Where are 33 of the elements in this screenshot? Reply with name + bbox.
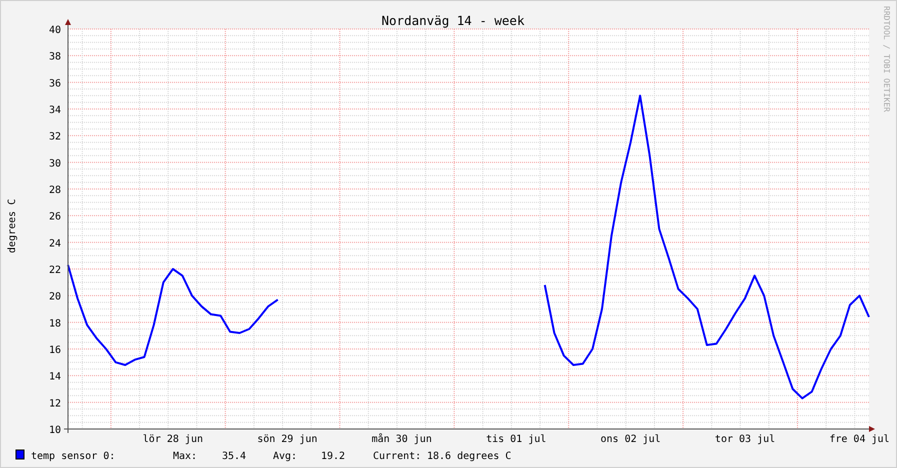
y-tick-label: 10 — [48, 425, 61, 436]
y-tick-label: 16 — [48, 345, 61, 356]
y-tick-label: 32 — [48, 132, 61, 143]
avg-label: Avg: — [273, 451, 298, 462]
x-tick-label: sön 29 jun — [257, 434, 318, 445]
x-tick-label: tis 01 jul — [486, 434, 546, 445]
x-tick-label: mån 30 jun — [372, 434, 432, 445]
chart-title: Nordanväg 14 - week — [382, 13, 524, 28]
avg-value: 19.2 — [321, 451, 346, 462]
current-value: 18.6 degrees C — [427, 451, 512, 462]
y-axis-label: degrees C — [7, 198, 18, 254]
y-tick-label: 18 — [48, 318, 61, 330]
x-tick-label: tor 03 jul — [714, 434, 776, 445]
y-tick-label: 20 — [48, 292, 61, 303]
y-tick-label: 14 — [48, 372, 61, 383]
x-tick-label: ons 02 jul — [600, 434, 661, 445]
max-value: 35.4 — [222, 451, 246, 462]
current-label: Current: — [373, 451, 422, 462]
max-label: Max: — [173, 451, 198, 462]
y-tick-label: 24 — [48, 238, 61, 250]
y-tick-label: 38 — [48, 52, 61, 63]
x-tick-label: lör 28 jun — [142, 434, 203, 445]
y-tick-label: 22 — [48, 265, 61, 276]
y-tick-label: 36 — [48, 78, 61, 90]
legend-label: temp sensor 0: — [31, 451, 116, 462]
credit-text: RRDTOOL / TOBI OETIKER — [882, 6, 891, 112]
y-tick-label: 34 — [48, 105, 61, 116]
y-tick-label: 12 — [48, 398, 61, 410]
y-tick-label: 26 — [48, 212, 61, 223]
y-tick-label: 28 — [48, 185, 61, 196]
x-tick-label: fre 04 jul — [829, 434, 890, 445]
y-tick-label: 40 — [48, 25, 61, 36]
y-tick-label: 30 — [48, 158, 61, 170]
